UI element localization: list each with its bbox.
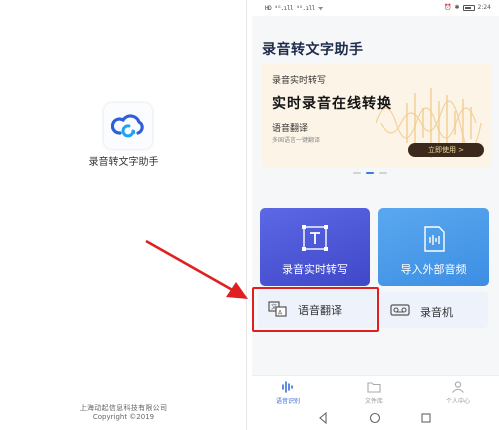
recent-apps-icon[interactable] xyxy=(420,412,432,424)
copyright-text: Copyright ©2019 xyxy=(92,413,155,421)
home-icon[interactable] xyxy=(369,412,381,424)
use-now-button[interactable]: 立即使用 > xyxy=(408,143,484,157)
recorder-label: 录音机 xyxy=(420,306,453,319)
carousel-dot xyxy=(379,172,387,174)
tab-label: 个人中心 xyxy=(445,398,470,405)
splash-screen: 录音转文字助手 上海动起信息科技有限公司 Copyright ©2019 xyxy=(0,0,247,430)
recorder-icon xyxy=(390,304,410,316)
recorder-card[interactable]: 录音机 xyxy=(380,292,488,328)
tab-speech-recognition[interactable]: 语音识别 xyxy=(258,381,318,405)
audio-file-icon xyxy=(423,226,445,252)
bottom-tab-bar: 语音识别 文件库 个人中心 xyxy=(252,375,499,407)
banner-description: 多国语言一键翻译 xyxy=(272,137,321,144)
battery-icon xyxy=(462,4,475,11)
banner-headline: 实时录音在线转换 xyxy=(272,96,392,112)
tab-profile[interactable]: 个人中心 xyxy=(428,381,488,405)
app-logo-icon xyxy=(104,103,152,149)
back-icon[interactable] xyxy=(318,412,328,424)
import-audio-tile[interactable]: 导入外部音频 xyxy=(378,208,489,286)
tab-file-library[interactable]: 文件库 xyxy=(344,381,404,405)
app-home-screen: HD ⁴ᴳ.ıll ⁴ᴳ.ıll ᯤ ⏰ ✱ 2:24 录音转文字助手 录音实时… xyxy=(252,0,499,430)
status-bar-right: ⏰ ✱ 2:24 xyxy=(444,4,491,11)
screen-divider xyxy=(246,0,247,430)
company-name: 上海动起信息科技有限公司 xyxy=(79,404,168,412)
alarm-icon: ⏰ xyxy=(444,4,452,11)
screenshot-root: 录音转文字助手 上海动起信息科技有限公司 Copyright ©2019 HD … xyxy=(0,0,499,430)
waveform-icon xyxy=(282,381,293,393)
signal-indicators: HD ⁴ᴳ.ıll ⁴ᴳ.ıll ᯤ xyxy=(265,5,323,12)
carousel-indicator xyxy=(353,172,387,174)
text-frame-icon xyxy=(302,225,328,251)
page-title: 录音转文字助手 xyxy=(262,42,364,58)
carousel-dot xyxy=(353,172,361,174)
tab-label: 文件库 xyxy=(364,398,383,405)
tab-label: 语音识别 xyxy=(275,398,300,405)
bluetooth-icon: ✱ xyxy=(454,4,460,11)
promo-banner[interactable]: 录音实时转写 实时录音在线转换 语音翻译 多国语言一键翻译 立即使用 > xyxy=(262,63,492,167)
realtime-transcribe-tile[interactable]: 录音实时转写 xyxy=(260,208,370,286)
splash-app-name: 录音转文字助手 xyxy=(88,157,159,168)
status-time: 2:24 xyxy=(477,4,491,11)
carousel-dot-active xyxy=(366,172,374,174)
status-bar: HD ⁴ᴳ.ıll ⁴ᴳ.ıll ᯤ ⏰ ✱ 2:24 xyxy=(252,0,499,16)
highlight-box xyxy=(252,287,379,332)
person-icon xyxy=(452,381,464,393)
banner-subtitle: 录音实时转写 xyxy=(272,76,327,86)
import-audio-label: 导入外部音频 xyxy=(400,263,467,276)
banner-feature: 语音翻译 xyxy=(272,124,309,134)
system-navigation-bar xyxy=(252,407,499,430)
folder-icon xyxy=(367,382,381,393)
realtime-transcribe-label: 录音实时转写 xyxy=(282,263,348,276)
